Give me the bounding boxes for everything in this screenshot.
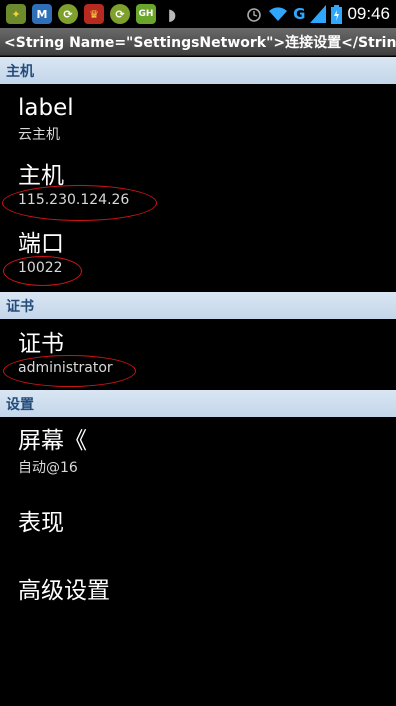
- wifi-icon: [269, 7, 288, 21]
- setting-item-title: 表现: [18, 510, 64, 536]
- setting-item-title: 高级设置: [18, 578, 110, 604]
- app-notification-icon: ⟳: [58, 4, 78, 24]
- setting-item-port[interactable]: 端口 10022: [18, 230, 64, 276]
- app-notification-icon: ✦: [6, 4, 26, 24]
- notification-icons: ✦ M ⟳ ♛ ⟳ GH ◗: [0, 4, 182, 24]
- setting-item-summary: 云主机: [18, 127, 60, 143]
- setting-item-screen[interactable]: 屏幕《 自动@16: [18, 427, 87, 477]
- network-type-label: G: [293, 5, 306, 23]
- android-icon: ◗: [167, 4, 177, 24]
- setting-item-summary: 115.230.124.26: [18, 192, 130, 208]
- system-icons: G 09:46: [245, 4, 396, 24]
- setting-item-cert[interactable]: 证书 administrator: [18, 330, 113, 376]
- setting-item-label[interactable]: label 云主机: [18, 94, 74, 144]
- clock: 09:46: [347, 4, 390, 23]
- section-header-cert: 证书: [0, 292, 396, 319]
- app-notification-icon: ⟳: [110, 4, 130, 24]
- section-header-host: 主机: [0, 57, 396, 84]
- setting-item-title: 证书: [18, 331, 64, 357]
- window-title: <String Name="SettingsNetwork">连接设置</Str…: [0, 28, 396, 56]
- setting-item-title: 主机: [18, 163, 64, 189]
- setting-item-host[interactable]: 主机 115.230.124.26: [18, 162, 129, 208]
- alarm-icon: [247, 8, 261, 22]
- section-header-settings: 设置: [0, 390, 396, 417]
- setting-item-performance[interactable]: 表现: [18, 509, 64, 537]
- setting-item-summary: administrator: [18, 360, 113, 376]
- battery-icon: [331, 4, 343, 24]
- setting-item-summary: 10022: [18, 260, 63, 276]
- setting-item-title: label: [18, 95, 74, 121]
- setting-item-summary: 自动@16: [18, 460, 78, 476]
- maxthon-icon: M: [32, 4, 52, 24]
- setting-item-title: 屏幕《: [18, 428, 87, 454]
- setting-item-advanced[interactable]: 高级设置: [18, 577, 110, 605]
- game-notification-icon: ♛: [84, 4, 104, 24]
- setting-item-title: 端口: [18, 231, 64, 257]
- status-bar: ✦ M ⟳ ♛ ⟳ GH ◗ G 09:46: [0, 0, 396, 28]
- signal-icon: [310, 5, 327, 23]
- game-notification-icon: GH: [136, 4, 156, 24]
